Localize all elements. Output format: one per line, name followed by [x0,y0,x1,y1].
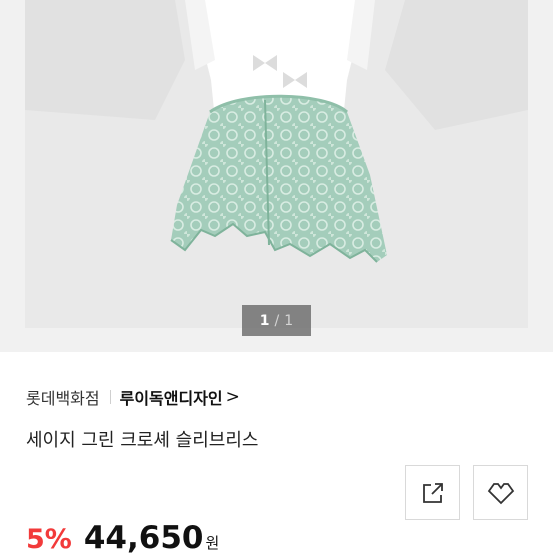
product-image-gallery[interactable]: 1 / 1 [0,0,553,352]
currency-unit: 원 [205,534,220,552]
share-button[interactable] [405,465,460,520]
price-row: 5% 44,650 원 [26,520,219,553]
product-photo[interactable] [25,0,528,328]
total-pages: 1 [284,312,294,329]
brand-name[interactable]: 루이독앤디자인 [120,385,223,409]
wishlist-button[interactable] [473,465,528,520]
image-page-indicator: 1 / 1 [242,305,311,336]
store-name: 롯데백화점 [26,389,100,408]
page-separator: / [274,312,280,329]
sale-price: 44,650 [83,520,204,553]
product-photo-illustration [25,0,528,328]
discount-rate: 5% [26,524,72,553]
chevron-right-icon[interactable]: > [226,387,240,407]
share-icon[interactable] [420,480,446,506]
brand-link[interactable]: 루이독앤디자인 > [120,385,240,409]
seller-divider [109,390,111,404]
current-page: 1 [259,312,270,329]
seller-info: 롯데백화점 루이독앤디자인 > [26,385,240,409]
product-title: 세이지 그린 크로셰 슬리브리스 [26,430,259,451]
heart-outline-icon[interactable] [486,480,516,506]
